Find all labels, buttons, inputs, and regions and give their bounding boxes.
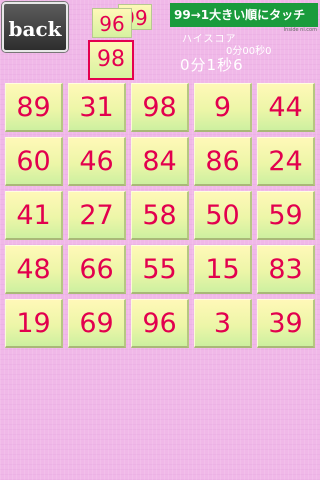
- ad-credit: Inside ni.com: [283, 27, 317, 33]
- number-tile[interactable]: 44: [257, 83, 315, 132]
- instruction-banner: 99→1大きい順にタッチ: [170, 3, 318, 27]
- number-tile[interactable]: 96: [131, 299, 189, 348]
- number-tile[interactable]: 19: [5, 299, 63, 348]
- number-tile[interactable]: 55: [131, 245, 189, 294]
- timer: 0分1秒6: [180, 56, 244, 74]
- number-tile[interactable]: 39: [257, 299, 315, 348]
- number-tile[interactable]: 89: [5, 83, 63, 132]
- number-tile[interactable]: 98: [131, 83, 189, 132]
- number-board: 89 31 98 9 44 60 46 84 86 24 41 27 58 50…: [5, 83, 315, 348]
- number-tile[interactable]: 58: [131, 191, 189, 240]
- number-tile[interactable]: 86: [194, 137, 252, 186]
- number-tile[interactable]: 84: [131, 137, 189, 186]
- number-tile[interactable]: 46: [68, 137, 126, 186]
- number-tile[interactable]: 41: [5, 191, 63, 240]
- number-tile[interactable]: 50: [194, 191, 252, 240]
- number-tile[interactable]: 9: [194, 83, 252, 132]
- number-tile[interactable]: 60: [5, 137, 63, 186]
- number-tile[interactable]: 15: [194, 245, 252, 294]
- number-tile[interactable]: 24: [257, 137, 315, 186]
- recent-number-middle: 96: [92, 8, 132, 38]
- number-tile[interactable]: 27: [68, 191, 126, 240]
- number-tile[interactable]: 48: [5, 245, 63, 294]
- number-tile[interactable]: 66: [68, 245, 126, 294]
- number-tile[interactable]: 3: [194, 299, 252, 348]
- number-tile[interactable]: 59: [257, 191, 315, 240]
- number-tile[interactable]: 83: [257, 245, 315, 294]
- number-tile[interactable]: 31: [68, 83, 126, 132]
- back-button[interactable]: back: [2, 2, 68, 52]
- number-tile[interactable]: 69: [68, 299, 126, 348]
- recent-number-top: 98: [88, 40, 134, 80]
